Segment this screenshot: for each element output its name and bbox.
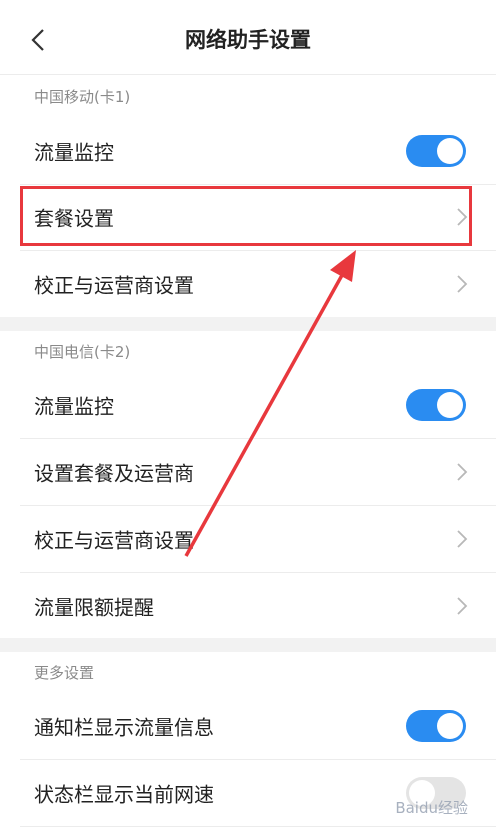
annotation-arrow <box>184 250 356 557</box>
watermark: Baidu经验 <box>395 799 468 817</box>
